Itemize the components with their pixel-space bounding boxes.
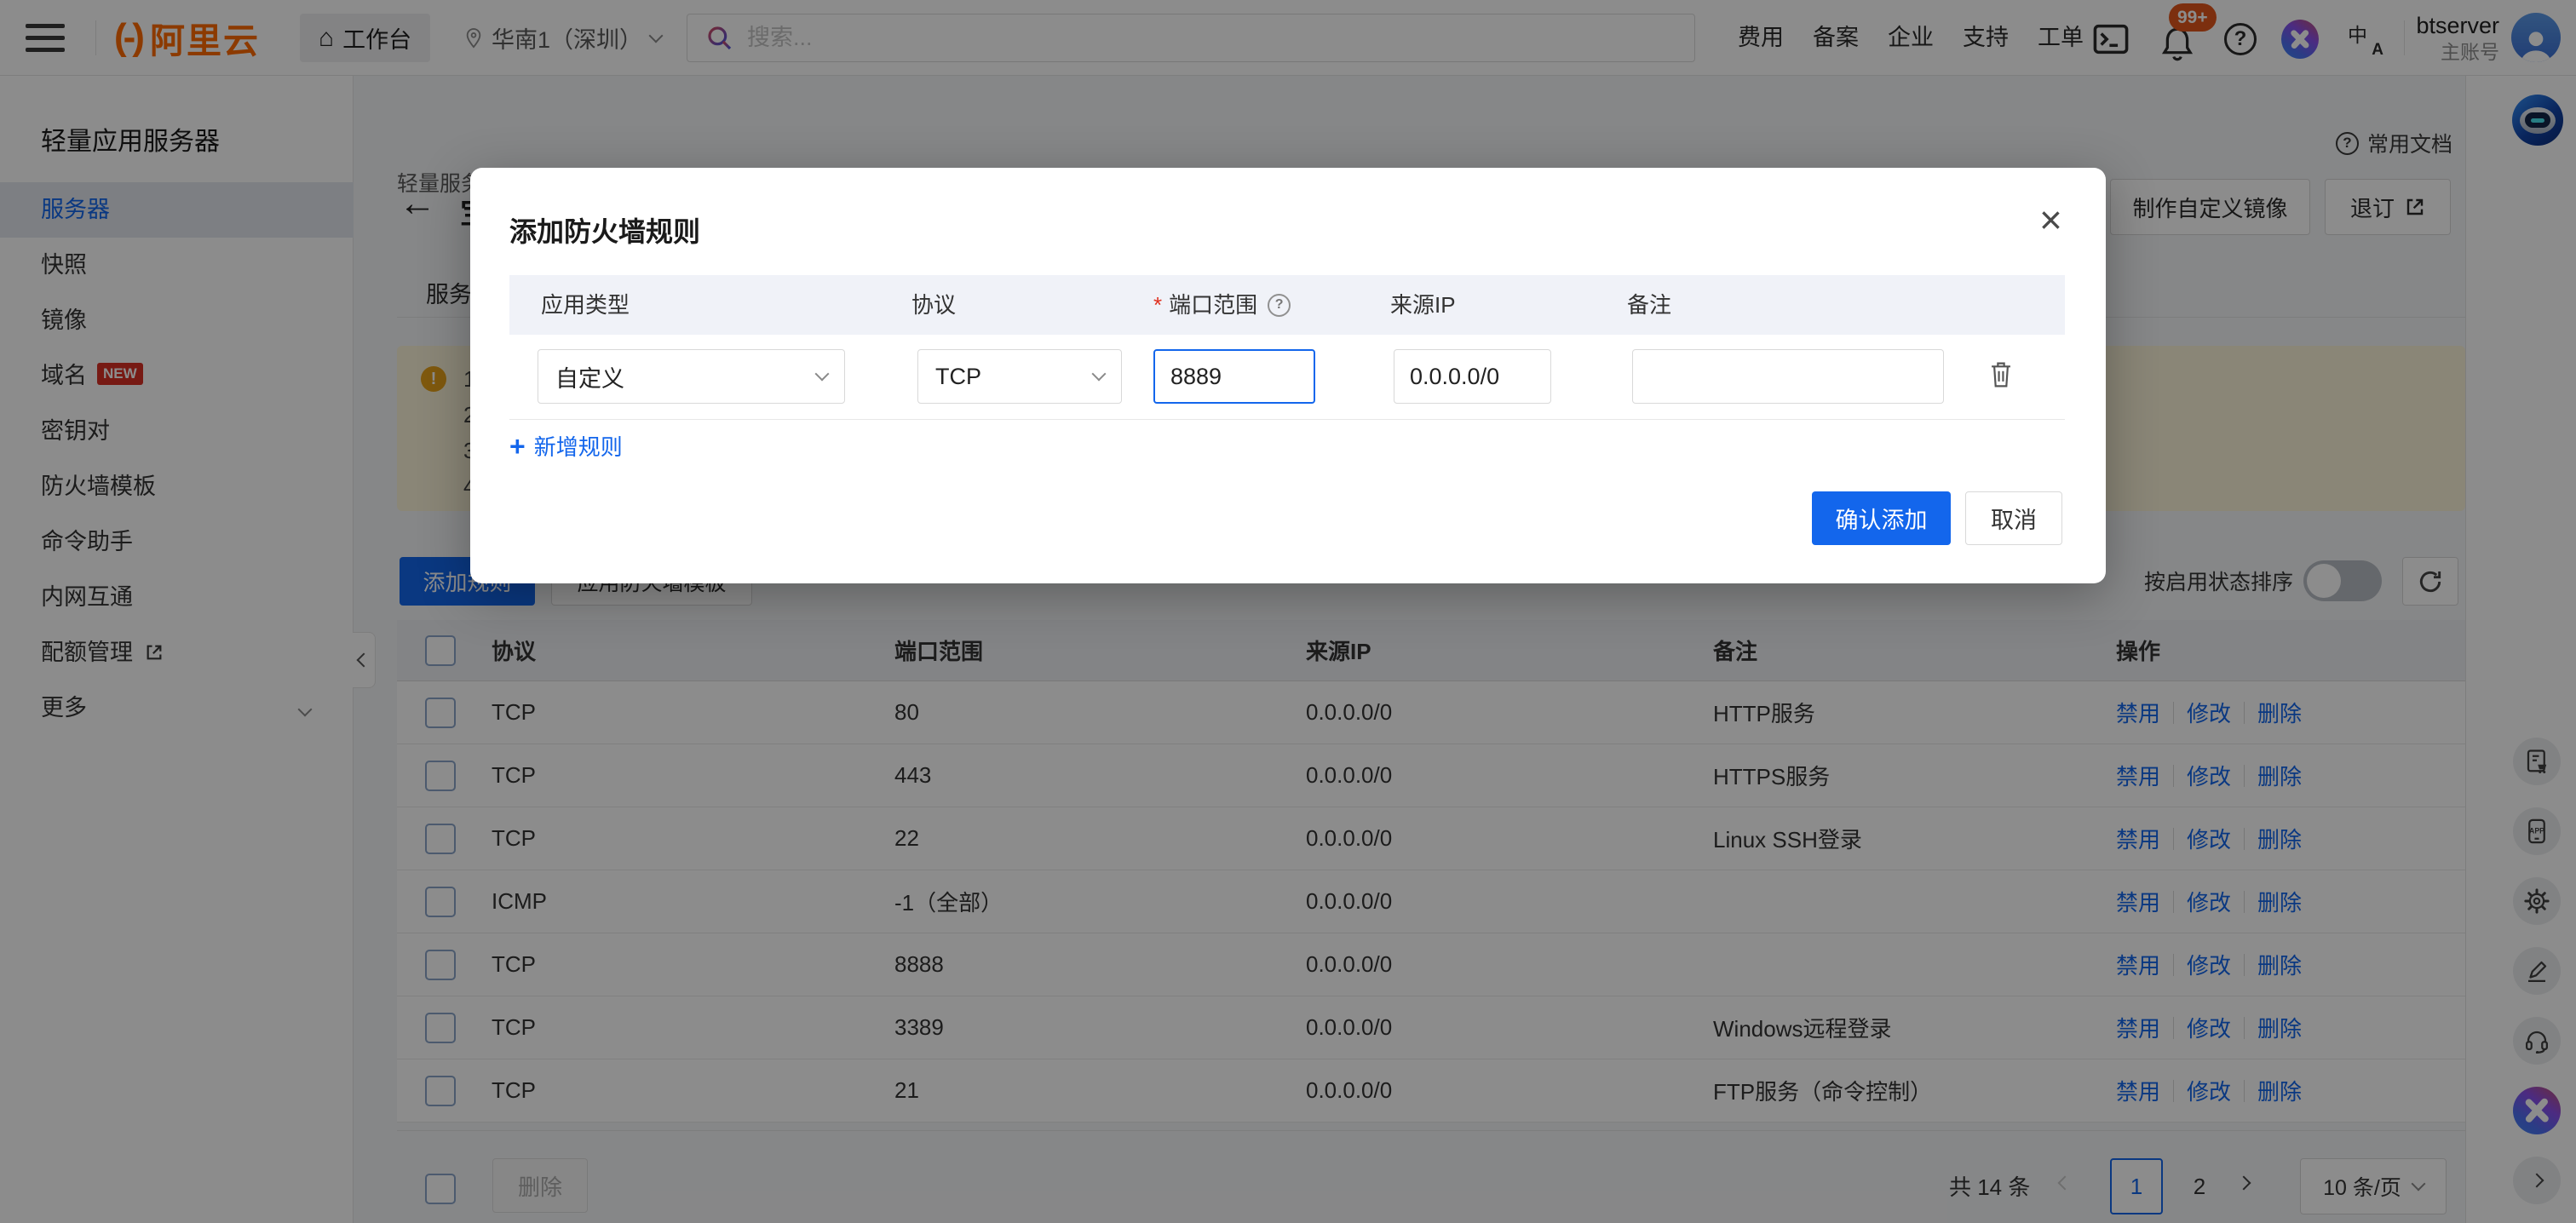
column-source-ip: 来源IP <box>1390 275 1456 335</box>
delete-rule-row-icon[interactable] <box>1988 360 2014 393</box>
modal-divider <box>509 419 2065 420</box>
source-ip-field <box>1394 349 1551 404</box>
column-remark: 备注 <box>1627 275 1671 335</box>
app-type-select[interactable]: 自定义 <box>538 349 845 404</box>
add-firewall-rule-modal: 添加防火墙规则 × 应用类型 协议 * 端口范围 ? 来源IP 备注 自定义 T… <box>470 168 2106 583</box>
protocol-select[interactable]: TCP <box>917 349 1122 404</box>
plus-icon: + <box>509 433 526 460</box>
remark-input[interactable] <box>1633 350 1943 403</box>
chevron-down-icon <box>1092 367 1107 382</box>
port-range-field <box>1153 349 1315 404</box>
remark-field <box>1632 349 1944 404</box>
chevron-down-icon <box>815 367 830 382</box>
aliyun-console-screen: (-) 阿里云 ⌂ 工作台 华南1（深圳） 费用 备案 企业 支持 工单 99+ <box>0 0 2576 1223</box>
modal-title: 添加防火墙规则 <box>509 210 700 250</box>
column-port-range: * 端口范围 ? <box>1153 275 1291 335</box>
add-new-rule-link[interactable]: + 新增规则 <box>509 430 623 462</box>
cancel-button[interactable]: 取消 <box>1965 491 2062 545</box>
source-ip-input[interactable] <box>1394 350 1550 403</box>
required-asterisk: * <box>1153 275 1162 335</box>
confirm-add-button[interactable]: 确认添加 <box>1812 491 1951 545</box>
column-app-type: 应用类型 <box>541 275 630 335</box>
port-range-input[interactable] <box>1155 351 1314 402</box>
close-icon[interactable]: × <box>2039 200 2062 239</box>
port-range-help-icon[interactable]: ? <box>1268 294 1291 317</box>
column-protocol: 协议 <box>911 275 956 335</box>
